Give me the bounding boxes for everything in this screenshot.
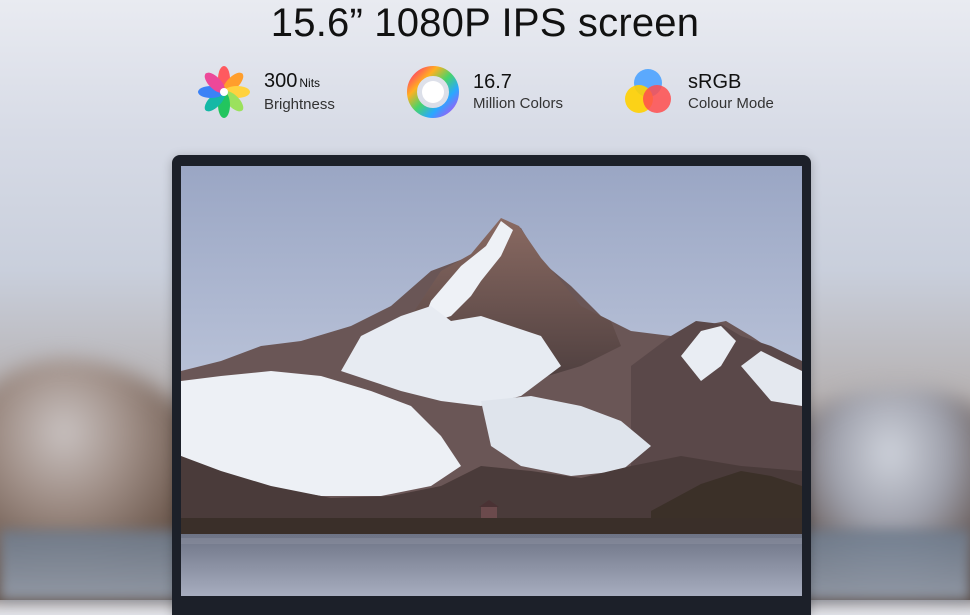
page-title: 15.6” 1080P IPS screen (270, 1, 700, 45)
laptop-screen (181, 166, 802, 596)
laptop-frame (172, 155, 811, 615)
brightness-label: Brightness (264, 96, 335, 113)
brightness-value: 300 Nits (264, 70, 321, 92)
srgb-label: Colour Mode (688, 95, 774, 112)
srgb-circles-icon (620, 64, 676, 120)
color-wheel-icon (405, 64, 461, 120)
colors-value: 16.7 (473, 71, 512, 93)
brightness-flower-icon (196, 64, 252, 120)
feature-brightness: 300 Nits Brightness (196, 62, 335, 122)
mountain-landscape-image (181, 166, 802, 596)
colors-label: Million Colors (473, 95, 564, 112)
feature-srgb: sRGB Colour Mode (620, 62, 774, 122)
feature-colors: 16.7 Million Colors (405, 62, 563, 122)
srgb-value: sRGB (688, 71, 742, 93)
